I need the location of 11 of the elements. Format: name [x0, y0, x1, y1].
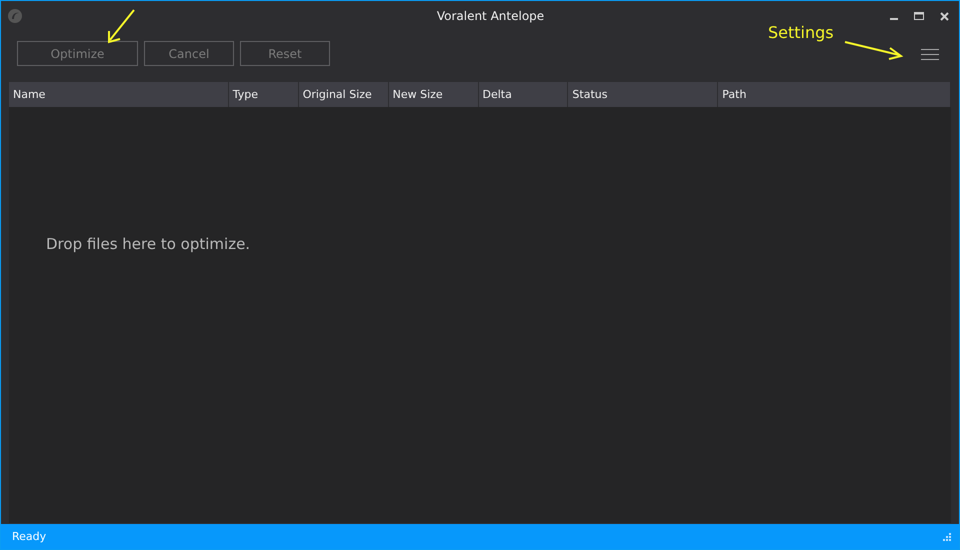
status-text: Ready	[12, 530, 46, 543]
annotation-label: Settings	[768, 23, 834, 42]
app-logo-icon	[7, 8, 23, 24]
maximize-icon[interactable]	[914, 12, 924, 20]
annotation-arrow	[844, 39, 904, 61]
window-title: Voralent Antelope	[436, 9, 544, 23]
annotation-arrow	[106, 9, 136, 45]
resize-grip-icon[interactable]	[942, 532, 951, 541]
menu-icon[interactable]	[921, 49, 939, 60]
close-icon[interactable]	[940, 12, 949, 20]
empty-message: Drop files here to optimize.	[46, 235, 252, 253]
